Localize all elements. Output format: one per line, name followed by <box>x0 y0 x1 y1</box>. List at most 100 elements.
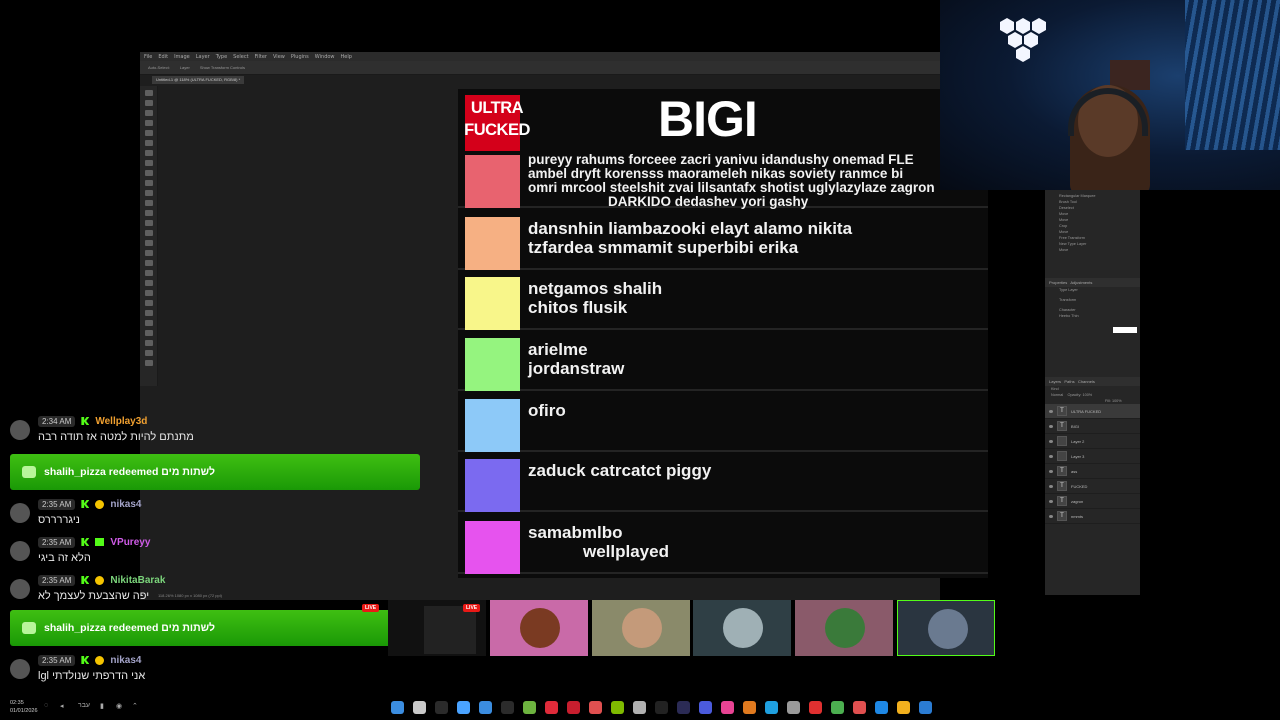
username[interactable]: nikas4 <box>110 655 141 666</box>
tier-row[interactable]: pureyy rahums forceee zacri yanivu idand… <box>458 151 988 209</box>
tool-icon[interactable] <box>145 310 153 316</box>
tool-icon[interactable] <box>145 320 153 326</box>
tier-row[interactable]: netgamos shalih chitos flusik <box>458 273 988 330</box>
tool-icon[interactable] <box>145 110 153 116</box>
username[interactable]: nikas4 <box>110 499 141 510</box>
layer-row[interactable]: Layer 2 <box>1045 434 1140 449</box>
taskbar-app-icon[interactable] <box>831 701 844 714</box>
tool-icon[interactable] <box>145 360 153 366</box>
menu-item-filter[interactable]: Filter <box>255 54 267 60</box>
taskbar-app-icon[interactable] <box>589 701 602 714</box>
taskbar-app-icon[interactable] <box>787 701 800 714</box>
menu-item-image[interactable]: Image <box>174 54 190 60</box>
taskbar-app-icon[interactable] <box>765 701 778 714</box>
layer-row[interactable]: T ULTRA FUCKED <box>1045 404 1140 419</box>
layer-row[interactable]: T FUCKED <box>1045 479 1140 494</box>
menu-item-select[interactable]: Select <box>233 54 248 60</box>
eye-icon[interactable] <box>1049 499 1053 503</box>
taskbar-app-icon[interactable] <box>391 701 404 714</box>
tool-icon[interactable] <box>145 280 153 286</box>
taskbar-app-icon[interactable] <box>479 701 492 714</box>
taskbar-app-icon[interactable] <box>655 701 668 714</box>
tool-icon[interactable] <box>145 160 153 166</box>
tool-icon[interactable] <box>145 340 153 346</box>
layers-tab[interactable]: Layers Paths Channels <box>1045 377 1140 386</box>
volume-icon[interactable]: ◂ <box>60 702 64 710</box>
tool-icon[interactable] <box>145 350 153 356</box>
layer-row[interactable]: Layer 3 <box>1045 449 1140 464</box>
taskbar-app-icon[interactable] <box>413 701 426 714</box>
tool-icon[interactable] <box>145 140 153 146</box>
menu-item-file[interactable]: File <box>144 54 152 60</box>
taskbar-app-icon[interactable] <box>853 701 866 714</box>
taskbar-app-icon[interactable] <box>677 701 690 714</box>
tool-icon[interactable] <box>145 170 153 176</box>
layer-row[interactable]: Tass <box>1045 464 1140 479</box>
menu-item-plugins[interactable]: Plugins <box>291 54 309 60</box>
tool-icon[interactable] <box>145 180 153 186</box>
layer-row[interactable]: Tnmmts <box>1045 509 1140 524</box>
tool-icon[interactable] <box>145 100 153 106</box>
tool-icon[interactable] <box>145 90 153 96</box>
viewer-tile[interactable] <box>693 600 791 656</box>
menu-item-help[interactable]: Help <box>341 54 352 60</box>
tool-icon[interactable] <box>145 200 153 206</box>
font-family-field[interactable]: Heebo Thin <box>1045 313 1140 319</box>
username[interactable]: Wellplay3d <box>95 416 147 427</box>
viewer-tile[interactable] <box>592 600 690 656</box>
eye-icon[interactable] <box>1049 469 1053 473</box>
layer-select-dropdown[interactable]: Layer <box>180 65 190 70</box>
taskbar-app-icon[interactable] <box>523 701 536 714</box>
taskbar-app-icon[interactable] <box>699 701 712 714</box>
eye-icon[interactable] <box>1049 409 1053 413</box>
tier-row[interactable]: arielme jordanstraw <box>458 334 988 391</box>
tool-icon[interactable] <box>145 270 153 276</box>
taskbar-app-icon[interactable] <box>809 701 822 714</box>
notification-icon[interactable]: ◉ <box>116 702 122 710</box>
eye-icon[interactable] <box>1049 424 1053 428</box>
username[interactable]: NikitaBarak <box>110 575 165 586</box>
tool-icon[interactable] <box>145 240 153 246</box>
tool-icon[interactable] <box>145 250 153 256</box>
tool-icon[interactable] <box>145 290 153 296</box>
taskbar-clock[interactable]: 02:35 01/01/2026 <box>10 699 38 715</box>
taskbar-app-icon[interactable] <box>545 701 558 714</box>
tier-row[interactable]: ofiro <box>458 395 988 452</box>
tool-icon[interactable] <box>145 330 153 336</box>
transform-controls-option[interactable]: Show Transform Controls <box>200 65 245 70</box>
taskbar-app-icon[interactable] <box>457 701 470 714</box>
tool-icon[interactable] <box>145 210 153 216</box>
tier-row[interactable]: samabmlbo wellplayed <box>458 517 988 574</box>
tool-icon[interactable] <box>145 300 153 306</box>
taskbar-app-icon[interactable] <box>567 701 580 714</box>
layer-row[interactable]: Tzagron <box>1045 494 1140 509</box>
menu-item-type[interactable]: Type <box>216 54 227 60</box>
tool-icon[interactable] <box>145 260 153 266</box>
auto-select-option[interactable]: Auto-Select: <box>148 65 170 70</box>
viewer-tile[interactable] <box>795 600 893 656</box>
tool-icon[interactable] <box>145 150 153 156</box>
layer-row[interactable]: T BIGI <box>1045 419 1140 434</box>
menu-item-view[interactable]: View <box>273 54 285 60</box>
chevron-up-icon[interactable]: ⌃ <box>132 702 138 710</box>
eye-icon[interactable] <box>1049 439 1053 443</box>
tool-icon[interactable] <box>145 220 153 226</box>
menu-item-edit[interactable]: Edit <box>158 54 168 60</box>
taskbar-app-icon[interactable] <box>919 701 932 714</box>
taskbar-app-icon[interactable] <box>721 701 734 714</box>
wifi-icon[interactable]: ◌ <box>44 702 48 709</box>
tier-list[interactable]: ULTRA FUCKED BIGI pureyy rahums forceee … <box>458 89 988 578</box>
tier-row[interactable]: dansnhin liambazooki elayt alamo nikita t… <box>458 213 988 270</box>
viewer-tile[interactable] <box>490 600 588 656</box>
document-tab[interactable]: Untitled-1 @ 118% (ULTRA FUCKED, RGB/8) … <box>152 76 245 84</box>
eye-icon[interactable] <box>1049 454 1053 458</box>
viewer-tile[interactable] <box>897 600 995 656</box>
tier-row[interactable]: zaduck catrcatct piggy <box>458 455 988 512</box>
eye-icon[interactable] <box>1049 484 1053 488</box>
username[interactable]: VPureyy <box>110 537 150 548</box>
keyboard-language[interactable]: עבר <box>78 702 90 709</box>
menu-item-window[interactable]: Window <box>315 54 335 60</box>
tool-icon[interactable] <box>145 130 153 136</box>
taskbar-app-icon[interactable] <box>897 701 910 714</box>
tool-icon[interactable] <box>145 230 153 236</box>
